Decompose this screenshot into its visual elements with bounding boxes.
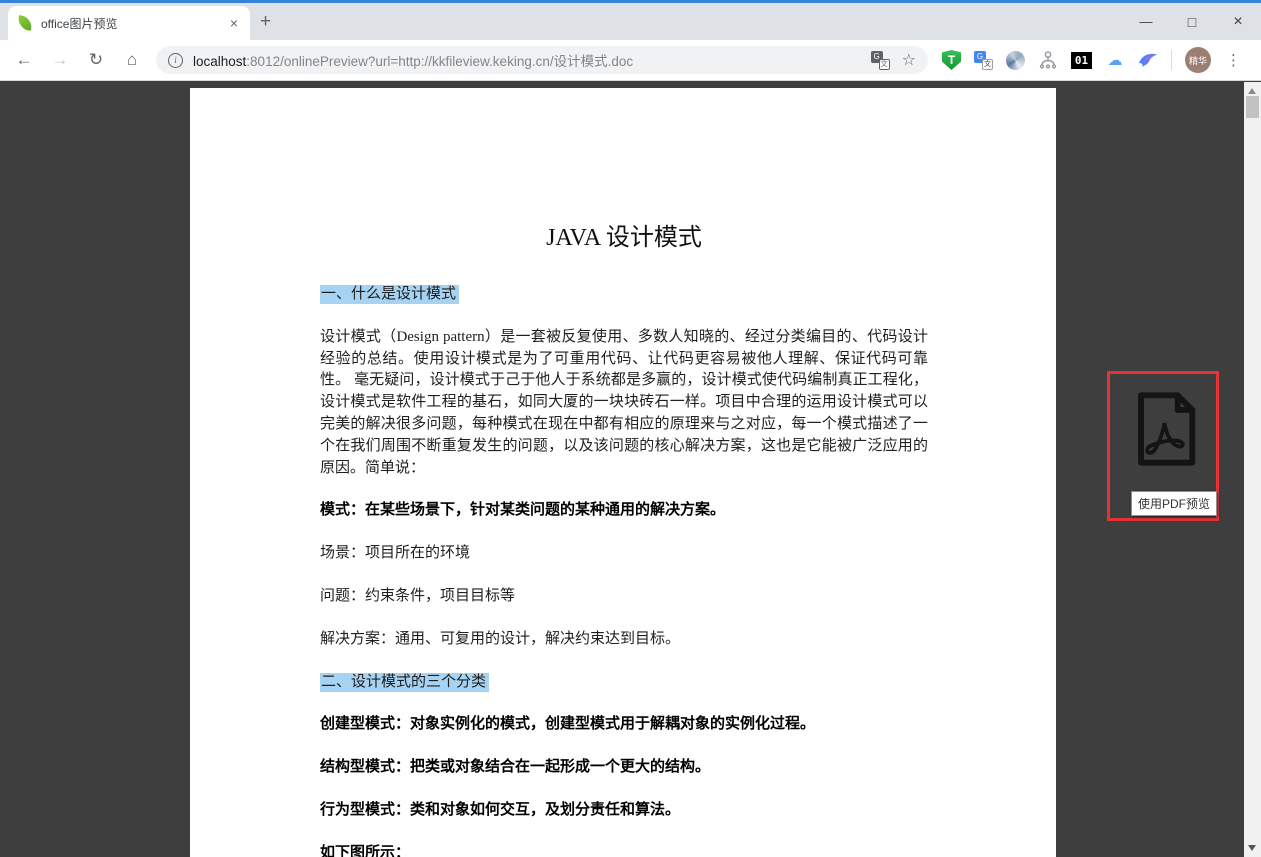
highlighted-heading: 一、什么是设计模式: [320, 285, 459, 304]
tab-close-icon[interactable]: ×: [226, 15, 242, 31]
extensions-bar: T G 文 01 ☁ 精华 ⋮: [934, 47, 1255, 73]
new-tab-button[interactable]: +: [260, 11, 271, 33]
swirl-circle-extension-icon[interactable]: [1006, 51, 1025, 70]
minimize-button[interactable]: —: [1123, 3, 1169, 40]
maximize-button[interactable]: □: [1169, 3, 1215, 40]
doc-line-bold: 结构型模式：把类或对象结合在一起形成一个更大的结构。: [320, 757, 928, 779]
scroll-up-arrow-icon[interactable]: [1248, 88, 1256, 94]
preview-viewport: JAVA 设计模式 一、什么是设计模式 设计模式（Design pattern）…: [0, 82, 1244, 857]
forward-button[interactable]: →: [42, 42, 78, 78]
doc-section-heading: 一、什么是设计模式: [320, 284, 928, 306]
doc-line: 场景：项目所在的环境: [320, 543, 928, 565]
cloud-extension-icon[interactable]: ☁: [1105, 50, 1125, 70]
tampermonkey-extension-icon[interactable]: T: [942, 50, 961, 70]
pdf-file-icon: [1122, 388, 1204, 470]
doc-line-bold: 行为型模式：类和对象如何交互，及划分责任和算法。: [320, 800, 928, 822]
highlighted-heading: 二、设计模式的三个分类: [320, 673, 489, 692]
translate-wen-glyph: 文: [879, 59, 890, 70]
sitemap-extension-icon[interactable]: [1038, 50, 1058, 70]
doc-line: 问题：约束条件，项目目标等: [320, 586, 928, 608]
scrollbar-thumb[interactable]: [1246, 96, 1259, 118]
reload-button[interactable]: ↻: [78, 42, 114, 78]
url-text[interactable]: localhost:8012/onlinePreview?url=http://…: [193, 50, 633, 70]
use-pdf-preview-button[interactable]: 使用PDF预览: [1107, 371, 1219, 521]
url-host: localhost: [193, 54, 246, 69]
document-page: JAVA 设计模式 一、什么是设计模式 设计模式（Design pattern）…: [190, 88, 1056, 857]
doc-line: 解决方案：通用、可复用的设计，解决约束达到目标。: [320, 629, 928, 651]
page-info-icon[interactable]: i: [168, 53, 183, 68]
doc-line-bold: 创建型模式：对象实例化的模式，创建型模式用于解耦对象的实例化过程。: [320, 714, 928, 736]
tab-title: office图片预览: [32, 15, 226, 32]
doc-section-heading: 二、设计模式的三个分类: [320, 672, 928, 694]
translate-wen-glyph: 文: [982, 59, 993, 70]
browser-menu-icon[interactable]: ⋮: [1224, 51, 1247, 69]
browser-toolbar: ← → ↻ ⌂ i localhost:8012/onlinePreview?u…: [0, 40, 1261, 81]
home-button[interactable]: ⌂: [114, 42, 150, 78]
doc-paragraph: 设计模式（Design pattern）是一套被反复使用、多数人知晓的、经过分类…: [320, 327, 928, 480]
address-bar[interactable]: i localhost:8012/onlinePreview?url=http:…: [156, 46, 928, 74]
toolbar-divider: [1171, 50, 1172, 70]
spring-leaf-favicon: [17, 15, 33, 31]
bookmark-star-icon[interactable]: ☆: [902, 50, 916, 70]
pdf-preview-label: 使用PDF预览: [1131, 491, 1217, 516]
doc-line-bold: 模式：在某些场景下，针对某类问题的某种通用的解决方案。: [320, 500, 928, 522]
translate-page-icon[interactable]: G 文: [871, 51, 890, 70]
titlebar: office图片预览 × + — □ ×: [0, 3, 1261, 40]
browser-tab[interactable]: office图片预览 ×: [8, 6, 250, 40]
01-badge-extension-icon[interactable]: 01: [1071, 52, 1092, 69]
google-translate-extension-icon[interactable]: G 文: [974, 51, 993, 70]
back-button[interactable]: ←: [6, 42, 42, 78]
profile-avatar[interactable]: 精华: [1185, 47, 1211, 73]
close-window-button[interactable]: ×: [1215, 3, 1261, 40]
vertical-scrollbar[interactable]: [1244, 82, 1261, 857]
scroll-down-arrow-icon[interactable]: [1248, 845, 1256, 851]
bird-extension-icon[interactable]: [1138, 50, 1158, 70]
doc-line-bold: 如下图所示：: [320, 843, 928, 857]
document-title: JAVA 设计模式: [320, 218, 928, 258]
url-path: :8012/onlinePreview?url=http://kkfilevie…: [246, 54, 633, 69]
window-controls: — □ ×: [1123, 3, 1261, 40]
